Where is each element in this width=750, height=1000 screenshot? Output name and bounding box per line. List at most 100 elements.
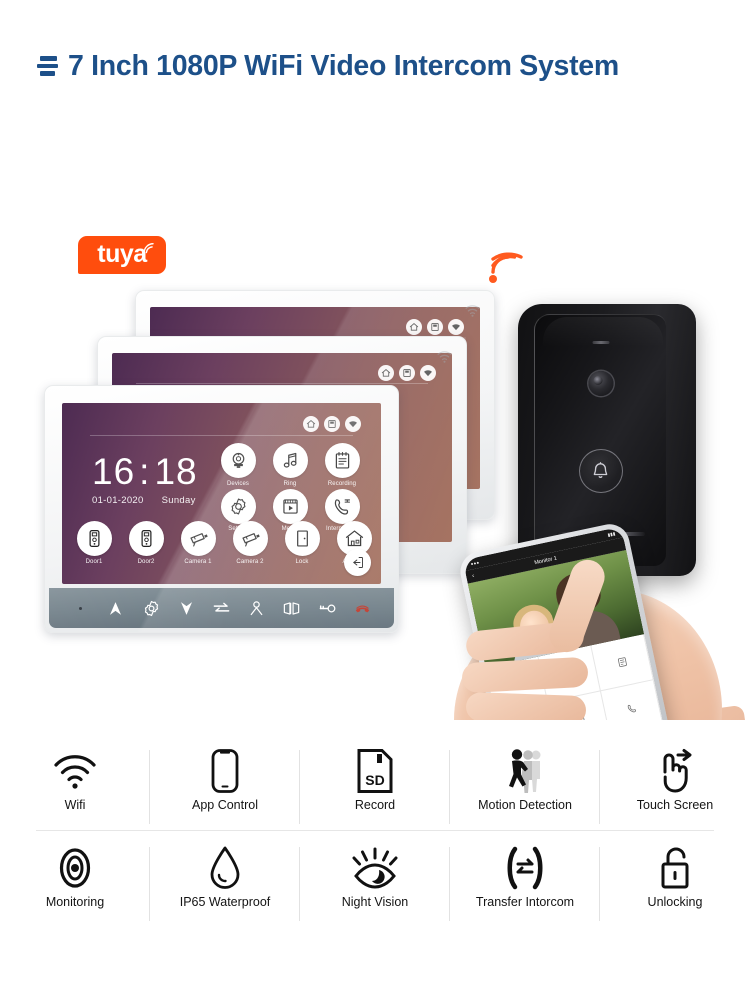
sd-card-icon: SD [355, 746, 395, 796]
transfer-arrows-icon[interactable] [204, 599, 239, 618]
divider [36, 830, 714, 831]
monitor-unit-front: 16 : 18 01-01-2020 Sunday Devices Ring R… [44, 385, 399, 633]
feature-transfer-intercom: Transfer Intorcom [450, 839, 600, 927]
feature-unlocking: Unlocking [600, 839, 750, 927]
shortcut-label: Camera 1 [184, 558, 212, 565]
gear-icon[interactable] [133, 599, 168, 618]
shortcut-row: Door1 Door2 Camera 1 Camera 2 Lock [70, 521, 378, 565]
screen-status-bar [303, 416, 361, 432]
shortcut-label: Camera 2 [236, 558, 264, 565]
shortcut-lock[interactable]: Lock [278, 521, 326, 565]
transfer-icon [501, 843, 549, 893]
page-title: 7 Inch 1080P WiFi Video Intercom System [68, 49, 619, 82]
shortcut-label: Lock [295, 558, 309, 565]
wifi-icon [420, 365, 436, 381]
feature-waterproof: IP65 Waterproof [150, 839, 300, 927]
microphone-slot [592, 341, 609, 344]
shortcut-label: Door1 [85, 558, 103, 565]
status-right: ▮▮▮ [607, 530, 616, 537]
wifi-icon[interactable] [345, 416, 361, 432]
hand-with-phone: ●●● ▮▮▮ ‹ Monitor 1 [432, 520, 750, 720]
open-padlock-icon [654, 843, 696, 893]
feature-row-1: Wifi App Control SD Record Motion Detect… [0, 742, 750, 830]
document-list-icon [324, 443, 360, 478]
bell-icon[interactable] [578, 449, 623, 493]
feature-label: Night Vision [341, 895, 409, 909]
wifi-icon [465, 305, 480, 317]
status-left: ●●● [470, 559, 480, 567]
feature-label: Transfer Intorcom [475, 895, 575, 909]
tuya-logo: tuya [78, 236, 166, 274]
finger [465, 691, 587, 720]
menu-item-devices[interactable]: Devices [214, 443, 262, 487]
chevron-up-icon[interactable] [98, 599, 133, 618]
record-icon [617, 657, 627, 668]
clock-weekday: Sunday [161, 495, 196, 506]
camera-lens-icon [588, 371, 613, 396]
wifi-icon [448, 319, 464, 335]
feature-touch-screen: Touch Screen [600, 742, 750, 830]
key-unlock-icon[interactable] [310, 599, 345, 618]
feature-label: App Control [191, 798, 258, 812]
menu-label: Devices [226, 480, 250, 487]
divider [136, 383, 428, 384]
feature-grid: Wifi App Control SD Record Motion Detect… [0, 742, 750, 958]
clock-colon: : [139, 451, 151, 492]
menu-item-recording[interactable]: Recording [318, 443, 366, 487]
shortcut-camera1[interactable]: Camera 1 [174, 521, 222, 565]
smartphone-icon [210, 746, 240, 796]
sd-card-icon [399, 365, 415, 381]
bars-icon [36, 51, 62, 81]
feature-label: IP65 Waterproof [179, 895, 271, 909]
exit-logout-icon[interactable] [344, 549, 371, 576]
camera-switch-icon[interactable] [274, 599, 309, 618]
feature-label: Wifi [64, 798, 86, 812]
feature-wifi: Wifi [0, 742, 150, 830]
menu-item-ring[interactable]: Ring [266, 443, 314, 487]
menu-label: Recording [327, 480, 357, 487]
feature-label: Touch Screen [636, 798, 714, 812]
screen-status-bar [406, 319, 464, 335]
gear-icon [220, 488, 256, 524]
hangup-icon [627, 705, 636, 713]
monitor-screen: 16 : 18 01-01-2020 Sunday Devices Ring R… [62, 403, 381, 584]
clock-hours: 16 [92, 451, 136, 492]
feature-motion-detection: Motion Detection [450, 742, 600, 830]
sd-card-icon[interactable] [324, 416, 340, 432]
feature-label: Monitoring [45, 895, 105, 909]
main-menu-grid: Devices Ring Recording Internal [214, 443, 366, 532]
media-play-icon [272, 488, 308, 524]
home-icon[interactable] [303, 416, 319, 432]
feature-label: Record [354, 798, 396, 812]
shortcut-door1[interactable]: Door1 [70, 521, 118, 565]
door-station-icon [76, 521, 112, 556]
cctv-camera-icon [180, 521, 216, 556]
phone-handset-icon [324, 488, 360, 524]
shortcut-door2[interactable]: Door2 [122, 521, 170, 565]
screen-status-bar [378, 365, 436, 381]
camera-device-icon [220, 443, 256, 478]
phone-hangup-icon[interactable] [345, 599, 380, 618]
wifi-icon [437, 351, 452, 363]
back-arrow-icon[interactable]: ‹ [472, 573, 475, 579]
shortcut-label: Door2 [137, 558, 155, 565]
feature-night-vision: Night Vision [300, 839, 450, 927]
product-poster: 7 Inch 1080P WiFi Video Intercom System … [0, 0, 750, 1000]
cctv-camera-icon [232, 521, 268, 556]
person-icon[interactable] [239, 599, 274, 618]
clock-widget: 16 : 18 01-01-2020 Sunday [92, 453, 198, 506]
door-station-icon [128, 521, 164, 556]
home-icon [406, 319, 422, 335]
walking-person-icon [499, 746, 551, 796]
chevron-down-icon[interactable] [169, 599, 204, 618]
clock-date: 01-01-2020 [92, 495, 144, 506]
wifi-icon [53, 746, 97, 796]
eye-monitor-icon [53, 843, 97, 893]
svg-text:SD: SD [365, 772, 384, 788]
hero-section: tuya 16: 18 01-01-2020 Sunday Devices R… [0, 100, 750, 720]
tuya-label: tuya [97, 239, 147, 268]
music-note-icon [272, 443, 308, 478]
feature-label: Motion Detection [478, 798, 572, 812]
monitor-button-bar [49, 588, 394, 628]
shortcut-camera2[interactable]: Camera 2 [226, 521, 274, 565]
